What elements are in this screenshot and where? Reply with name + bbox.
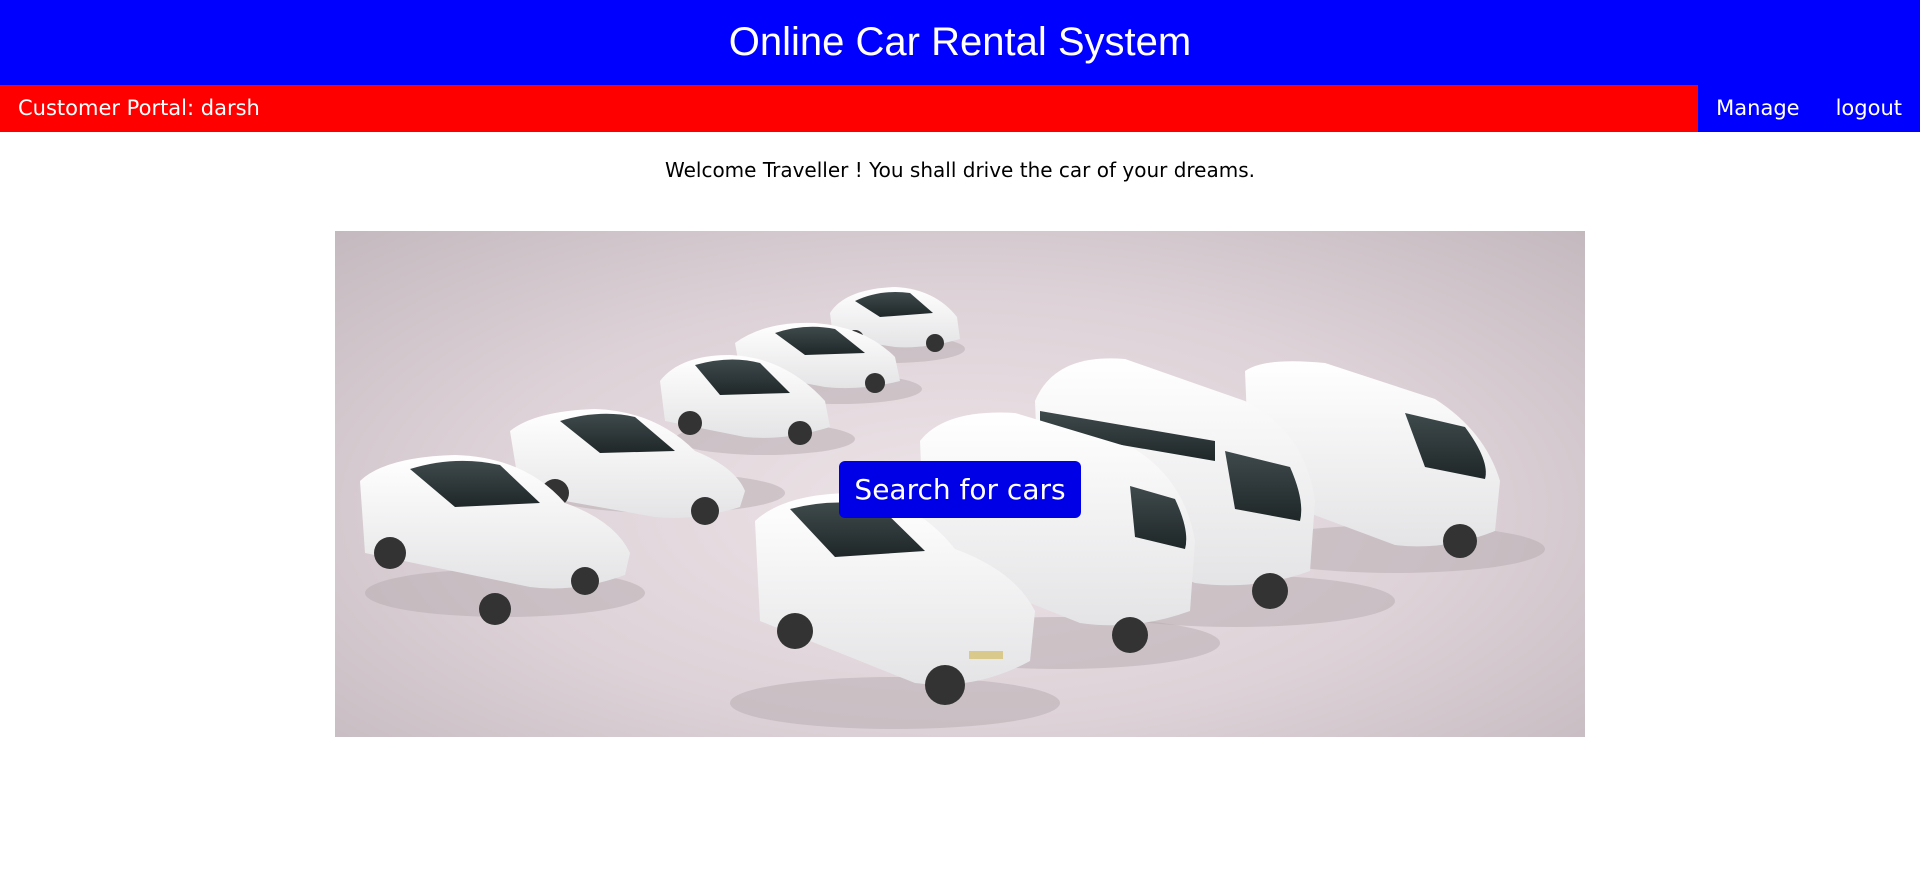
welcome-message: Welcome Traveller ! You shall drive the … xyxy=(664,158,1255,182)
logout-link[interactable]: logout xyxy=(1818,85,1920,132)
navigation-bar: Customer Portal: darsh Manage logout xyxy=(0,85,1920,132)
nav-links: Manage logout xyxy=(1698,85,1920,132)
search-cars-button[interactable]: Search for cars xyxy=(839,461,1081,518)
site-title: Online Car Rental System xyxy=(728,20,1192,64)
site-header: Online Car Rental System xyxy=(0,0,1920,85)
manage-link[interactable]: Manage xyxy=(1698,85,1817,132)
customer-portal-label: Customer Portal: darsh xyxy=(18,96,260,120)
